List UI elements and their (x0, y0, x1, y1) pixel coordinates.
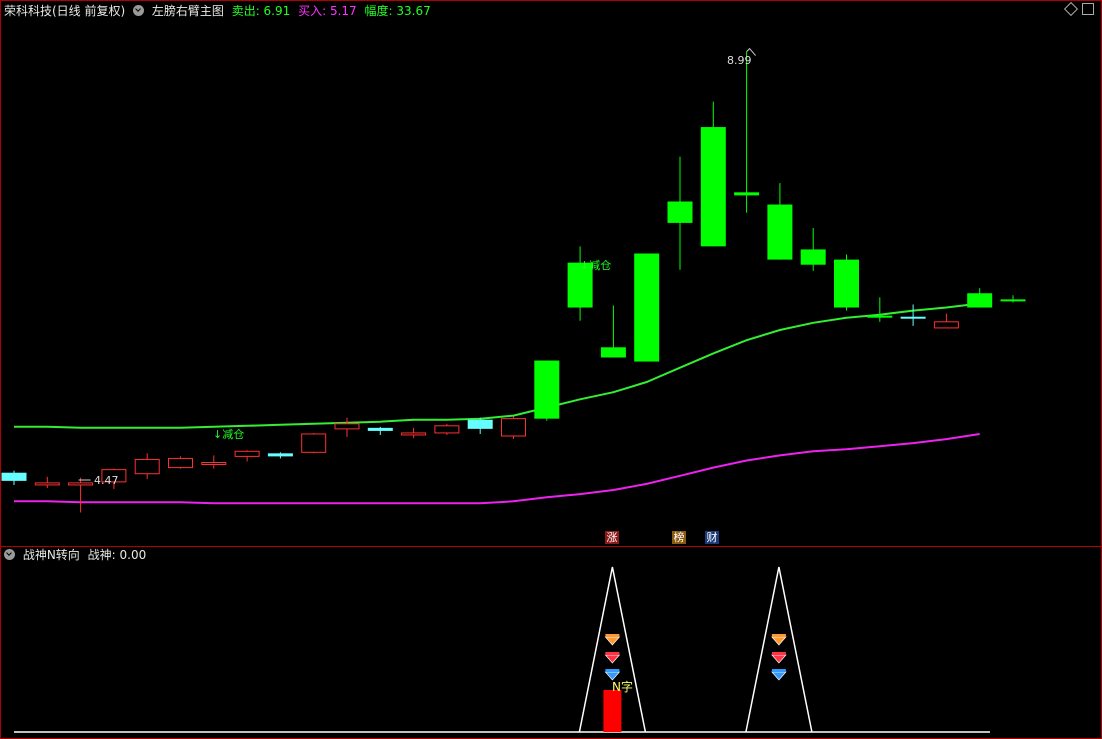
candle-body (600, 347, 626, 358)
gem-icon (604, 636, 621, 646)
candle-body (1, 472, 27, 481)
gem-icon (771, 636, 787, 646)
candle-body (767, 204, 793, 260)
candle-body (501, 418, 526, 437)
candle-body (667, 201, 693, 223)
cai-badge[interactable]: 财 (705, 531, 719, 544)
candle-body (1000, 299, 1026, 302)
gem-icon (771, 654, 787, 664)
bang-badge[interactable]: 榜 (672, 531, 686, 544)
low-price-label: 4.47 (94, 474, 119, 487)
sub-peak (745, 566, 813, 733)
candle-body (700, 127, 726, 247)
gem-icon-top (771, 634, 786, 637)
candlestick-chart[interactable] (0, 0, 1102, 739)
candle-body (301, 433, 327, 453)
candle-body (900, 316, 926, 319)
ma-fast-line (14, 302, 980, 429)
gem-icon-top (771, 652, 786, 655)
candle-body (734, 192, 760, 196)
candle-body (367, 427, 393, 431)
candle-body (434, 425, 460, 434)
n-signal-bar (603, 690, 622, 732)
candle-body (401, 432, 427, 436)
reduce-signal-1: ↓减仓 (213, 428, 245, 441)
candle-body (967, 293, 993, 308)
gem-icon-top (605, 652, 620, 655)
gem-icon (771, 671, 787, 681)
gem-icon (604, 654, 621, 664)
candle-body (234, 450, 260, 457)
n-pattern-label: N字 (612, 680, 633, 694)
candle-body (933, 321, 959, 329)
gem-icon-top (605, 634, 620, 637)
candle-body (534, 360, 560, 419)
candle-body (800, 249, 826, 265)
candle-body (267, 453, 293, 457)
candle-body (467, 419, 493, 429)
candle-body (334, 423, 360, 430)
gem-icon-top (771, 669, 786, 672)
candle-body (134, 458, 160, 475)
candle-body (201, 462, 227, 466)
candle-body (168, 457, 193, 469)
candle-body (34, 482, 60, 486)
candle-body (68, 482, 94, 486)
gem-icon-top (605, 669, 620, 672)
reduce-signal-2: ↓减仓 (580, 259, 612, 272)
zhang-badge[interactable]: 涨 (605, 531, 619, 544)
candle-body (834, 259, 859, 308)
candle-body (634, 253, 660, 362)
candle-body (867, 315, 893, 318)
high-price-label: 8.99 (727, 54, 752, 67)
